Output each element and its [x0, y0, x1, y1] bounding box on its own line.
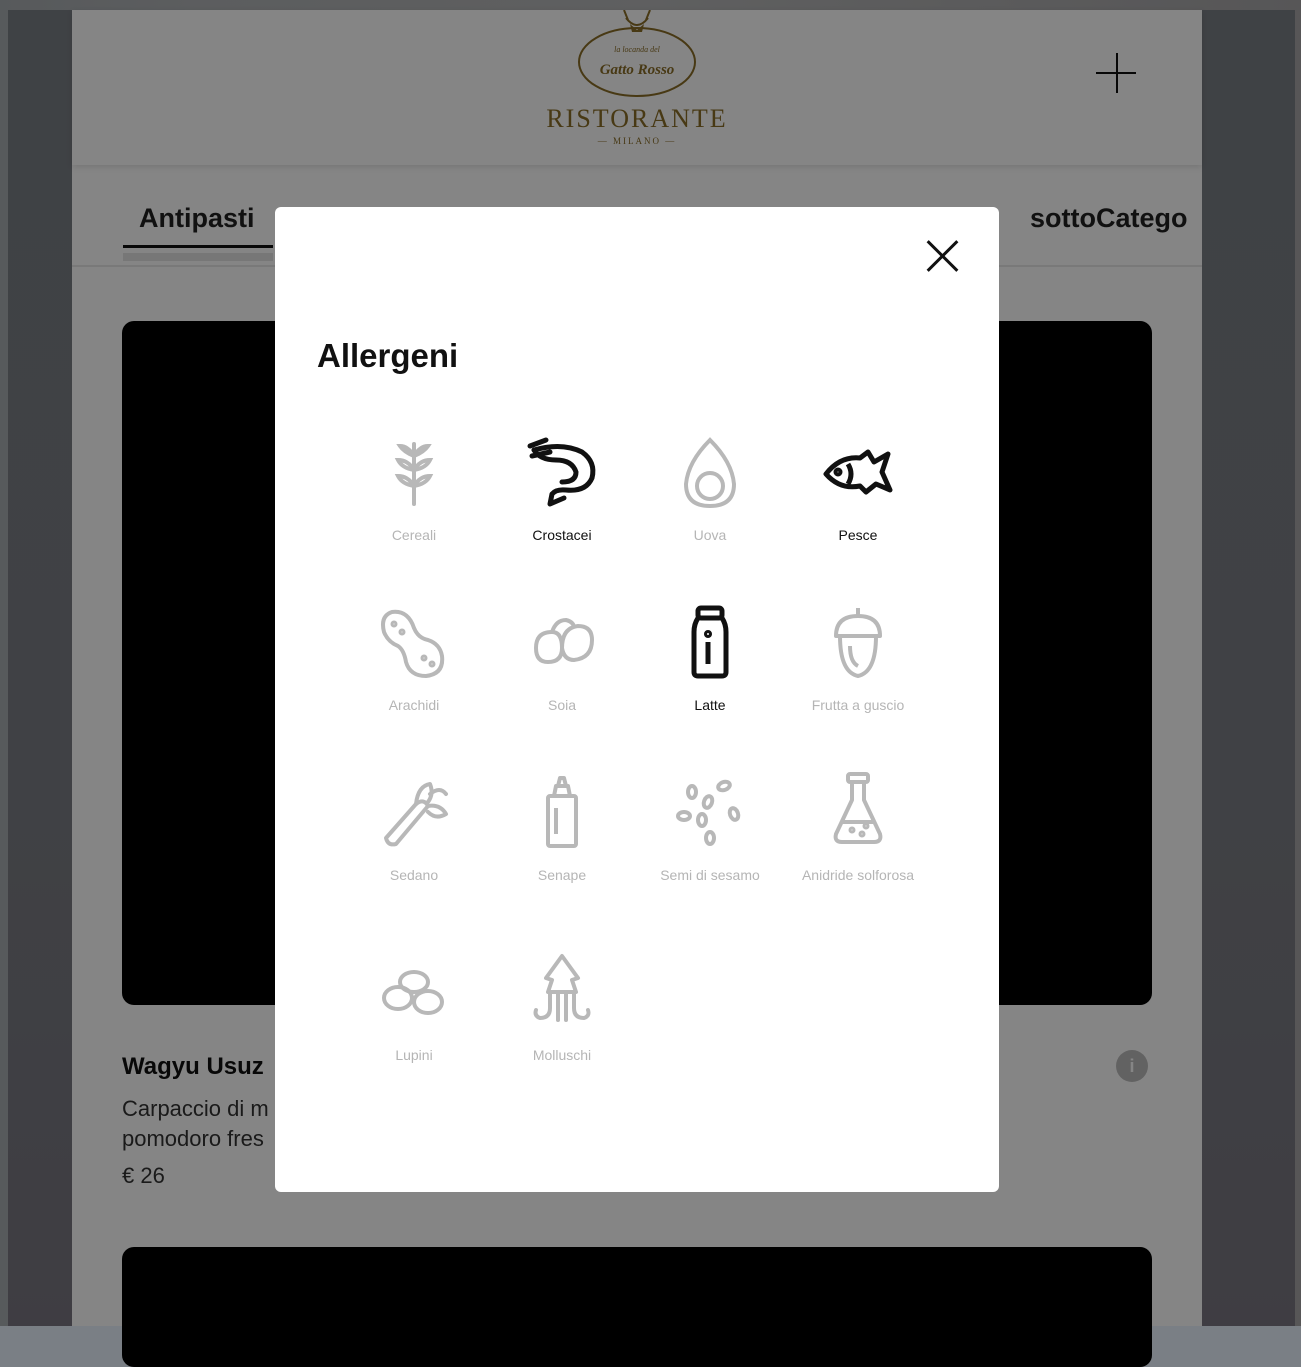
- fish-icon: [823, 449, 893, 495]
- shrimp-icon: [527, 437, 596, 507]
- allergen-label: Uova: [693, 527, 727, 543]
- allergen-lupini: Lupini: [340, 952, 488, 1065]
- milk-bottle-icon: [691, 605, 729, 679]
- allergen-label: Soia: [547, 697, 577, 713]
- wheat-icon: [394, 442, 434, 506]
- squid-icon: [533, 954, 591, 1022]
- allergen-label: Pesce: [838, 527, 878, 543]
- allergen-label: Sedano: [389, 867, 439, 883]
- peanut-icon: [381, 609, 445, 679]
- allergen-semi-di-sesamo: Semi di sesamo: [636, 772, 784, 885]
- allergen-anidride-solforosa: Anidride solforosa: [784, 772, 932, 885]
- allergens-modal: Allergeni Cereali Crostacei Uova Pesce A…: [275, 207, 999, 1192]
- allergen-soia: Soia: [488, 602, 636, 715]
- allergen-label: Frutta a guscio: [811, 697, 905, 713]
- allergen-crostacei: Crostacei: [488, 432, 636, 545]
- modal-title: Allergeni: [317, 337, 459, 374]
- mustard-bottle-icon: [546, 776, 578, 848]
- allergen-label: Latte: [694, 697, 726, 713]
- allergen-cereali: Cereali: [340, 432, 488, 545]
- allergen-senape: Senape: [488, 772, 636, 885]
- allergen-label: Semi di sesamo: [660, 867, 760, 883]
- flask-icon: [833, 772, 883, 844]
- allergen-label: Crostacei: [532, 527, 592, 543]
- allergen-frutta-a-guscio: Frutta a guscio: [784, 602, 932, 715]
- soy-icon: [534, 618, 594, 664]
- allergen-sedano: Sedano: [340, 772, 488, 885]
- allergen-molluschi: Molluschi: [488, 952, 636, 1065]
- celery-icon: [384, 782, 448, 847]
- allergen-label: Senape: [537, 867, 587, 883]
- allergen-label: Arachidi: [388, 697, 440, 713]
- sesame-icon: [676, 779, 741, 846]
- allergen-latte: Latte: [636, 602, 784, 715]
- allergen-uova: Uova: [636, 432, 784, 545]
- allergen-pesce: Pesce: [784, 432, 932, 545]
- close-button[interactable]: [925, 239, 959, 273]
- egg-icon: [683, 437, 737, 509]
- allergen-label: Molluschi: [532, 1047, 592, 1063]
- lupin-icon: [382, 970, 444, 1015]
- allergen-label: Anidride solforosa: [801, 867, 915, 883]
- allergen-arachidi: Arachidi: [340, 602, 488, 715]
- allergen-label: Lupini: [395, 1047, 433, 1063]
- acorn-icon: [834, 608, 882, 678]
- allergen-label: Cereali: [391, 527, 437, 543]
